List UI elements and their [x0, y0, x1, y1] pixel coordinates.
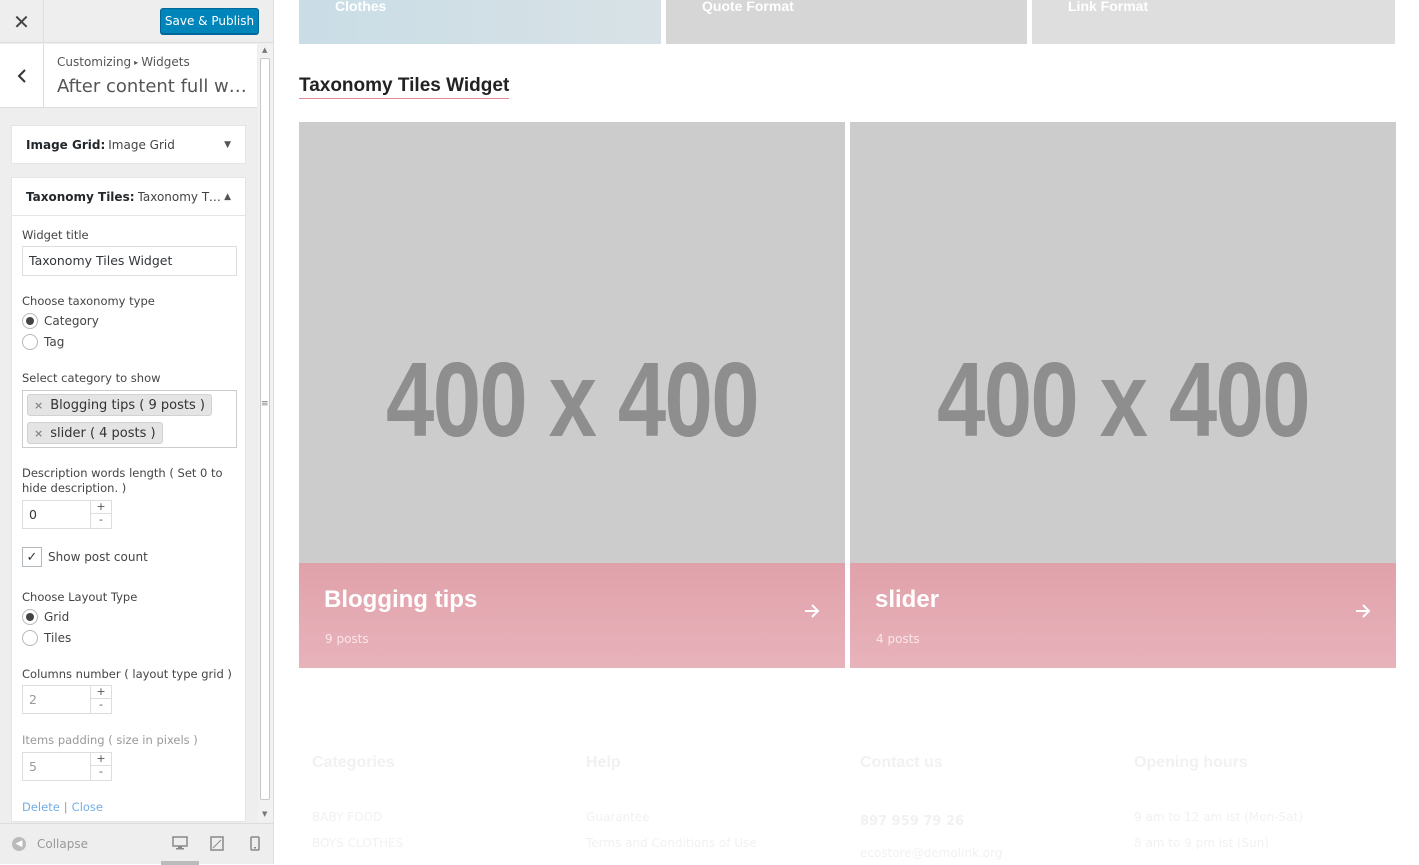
columns-number-label: Columns number ( layout type grid )	[22, 667, 232, 681]
save-publish-button[interactable]: Save & Publish	[160, 8, 259, 34]
number-stepper[interactable]: + -	[90, 686, 111, 713]
tile-post-count: 4 posts	[876, 632, 920, 646]
footer-email[interactable]: ecostore@demolink.org	[860, 846, 1002, 860]
caret-up-icon[interactable]: ▲	[224, 192, 231, 202]
chevron-left-icon	[17, 69, 26, 83]
customizer-header-bar: ✕ Save & Publish	[0, 0, 273, 43]
description-length-input[interactable]: 0 + -	[22, 500, 112, 529]
taxonomy-tile[interactable]: 400 x 400 slider 4 posts	[850, 122, 1396, 668]
footer-hours-line: 8 am to 9 pm ist (Sun)	[1134, 836, 1270, 850]
arrow-right-icon[interactable]	[803, 603, 821, 619]
tile-post-count: 9 posts	[325, 632, 369, 646]
tablet-preview-icon[interactable]	[210, 836, 224, 851]
radio-category[interactable]: Category	[22, 313, 99, 329]
remove-icon[interactable]: ×	[34, 427, 43, 440]
category-select-label: Select category to show	[22, 371, 161, 385]
scroll-up-icon[interactable]: ▲	[262, 46, 267, 54]
widget-type-label: Image Grid:	[26, 138, 106, 152]
footer-link[interactable]: BOYS CLOTHES	[312, 836, 403, 850]
items-padding-label: Items padding ( size in pixels )	[22, 733, 198, 747]
tile-caption: Blogging tips 9 posts	[299, 563, 845, 668]
section-header: Customizing ▸ Widgets After content full w…	[0, 44, 257, 108]
footer-phone: 897 959 79 26	[860, 814, 965, 829]
category-chip: × Blogging tips ( 9 posts )	[27, 394, 212, 416]
category-chip: × slider ( 4 posts )	[27, 422, 163, 444]
number-stepper[interactable]: + -	[90, 501, 111, 528]
desktop-preview-icon[interactable]	[172, 836, 188, 850]
scroll-down-icon[interactable]: ▼	[262, 810, 267, 818]
top-tile[interactable]: Quote Format	[666, 0, 1027, 44]
number-stepper[interactable]: + -	[90, 753, 111, 780]
footer-link[interactable]: BABY FOOD	[312, 810, 382, 824]
widget-taxonomy-tiles[interactable]: Taxonomy Tiles:Taxonomy Tiles Widget ▲	[11, 177, 246, 216]
top-tile[interactable]: Clothes	[299, 0, 661, 44]
radio-tag[interactable]: Tag	[22, 334, 64, 350]
widget-heading: Taxonomy Tiles Widget	[299, 75, 510, 99]
widget-actions: Delete | Close	[22, 800, 103, 814]
close-icon: ✕	[13, 9, 30, 34]
scrollbar-thumb[interactable]	[260, 58, 270, 800]
caret-down-icon[interactable]: ▼	[224, 140, 231, 150]
footer-heading-categories: Categories	[312, 754, 395, 771]
widget-name-label: Image Grid	[108, 138, 175, 152]
taxonomy-type-label: Choose taxonomy type	[22, 294, 155, 308]
placeholder-image: 400 x 400	[386, 341, 760, 459]
arrow-right-icon[interactable]	[1354, 603, 1372, 619]
widget-form: Widget title Taxonomy Tiles Widget Choos…	[11, 215, 246, 822]
collapse-button[interactable]: ◀ Collapse	[12, 837, 88, 851]
close-customizer-button[interactable]: ✕	[0, 0, 44, 43]
back-button[interactable]	[0, 44, 44, 108]
breadcrumb: Customizing ▸ Widgets	[57, 55, 190, 69]
grip-icon: ≡	[261, 399, 269, 409]
widget-title-label: Widget title	[22, 228, 89, 242]
radio-grid[interactable]: Grid	[22, 609, 69, 625]
category-multiselect[interactable]: × Blogging tips ( 9 posts ) × slider ( 4 p…	[22, 390, 237, 448]
close-link[interactable]: Close	[72, 800, 103, 814]
widget-title-input[interactable]: Taxonomy Tiles Widget	[22, 246, 237, 276]
taxonomy-tile[interactable]: 400 x 400 Blogging tips 9 posts	[299, 122, 845, 668]
radio-tiles[interactable]: Tiles	[22, 630, 71, 646]
sidebar-scrollbar[interactable]: ▲ ≡ ▼	[258, 44, 273, 822]
footer-heading-hours: Opening hours	[1134, 754, 1248, 771]
widget-name-label: Taxonomy Tiles Widget	[137, 190, 223, 204]
show-post-count-checkbox[interactable]: ✓ Show post count	[22, 547, 148, 567]
footer-hours-line: 9 am to 12 am ist (Mon-Sat)	[1134, 810, 1303, 824]
footer-heading-help: Help	[586, 754, 621, 771]
checkmark-icon: ✓	[22, 547, 42, 567]
customizer-footer: ◀ Collapse	[0, 823, 273, 865]
columns-number-input[interactable]: 2 + -	[22, 685, 112, 714]
top-tile[interactable]: Link Format	[1032, 0, 1395, 44]
layout-type-label: Choose Layout Type	[22, 590, 138, 604]
items-padding-input[interactable]: 5 + -	[22, 752, 112, 781]
tile-title[interactable]: slider	[875, 586, 939, 614]
widget-type-label: Taxonomy Tiles:	[26, 190, 135, 204]
site-preview: Clothes Quote Format Link Format Taxonom…	[274, 0, 1419, 864]
arrow-left-circle-icon: ◀	[12, 837, 26, 851]
mobile-preview-icon[interactable]	[250, 836, 260, 851]
customizer-sidebar: ✕ Save & Publish Customizing ▸ Widgets Aft…	[0, 0, 274, 865]
tile-title[interactable]: Blogging tips	[324, 586, 477, 614]
section-title: After content full width	[57, 76, 251, 97]
active-device-indicator	[161, 861, 199, 865]
placeholder-image: 400 x 400	[937, 341, 1311, 459]
delete-link[interactable]: Delete	[22, 800, 60, 814]
footer-link[interactable]: Guarantee	[586, 810, 650, 824]
footer-link[interactable]: Terms and Conditions of Use	[586, 836, 757, 850]
widget-image-grid[interactable]: Image Grid: Image Grid ▼	[11, 125, 246, 164]
remove-icon[interactable]: ×	[34, 399, 43, 412]
tile-caption: slider 4 posts	[850, 563, 1396, 668]
footer-heading-contact: Contact us	[860, 754, 943, 771]
description-length-label: Description words length ( Set 0 to hide…	[22, 466, 223, 495]
